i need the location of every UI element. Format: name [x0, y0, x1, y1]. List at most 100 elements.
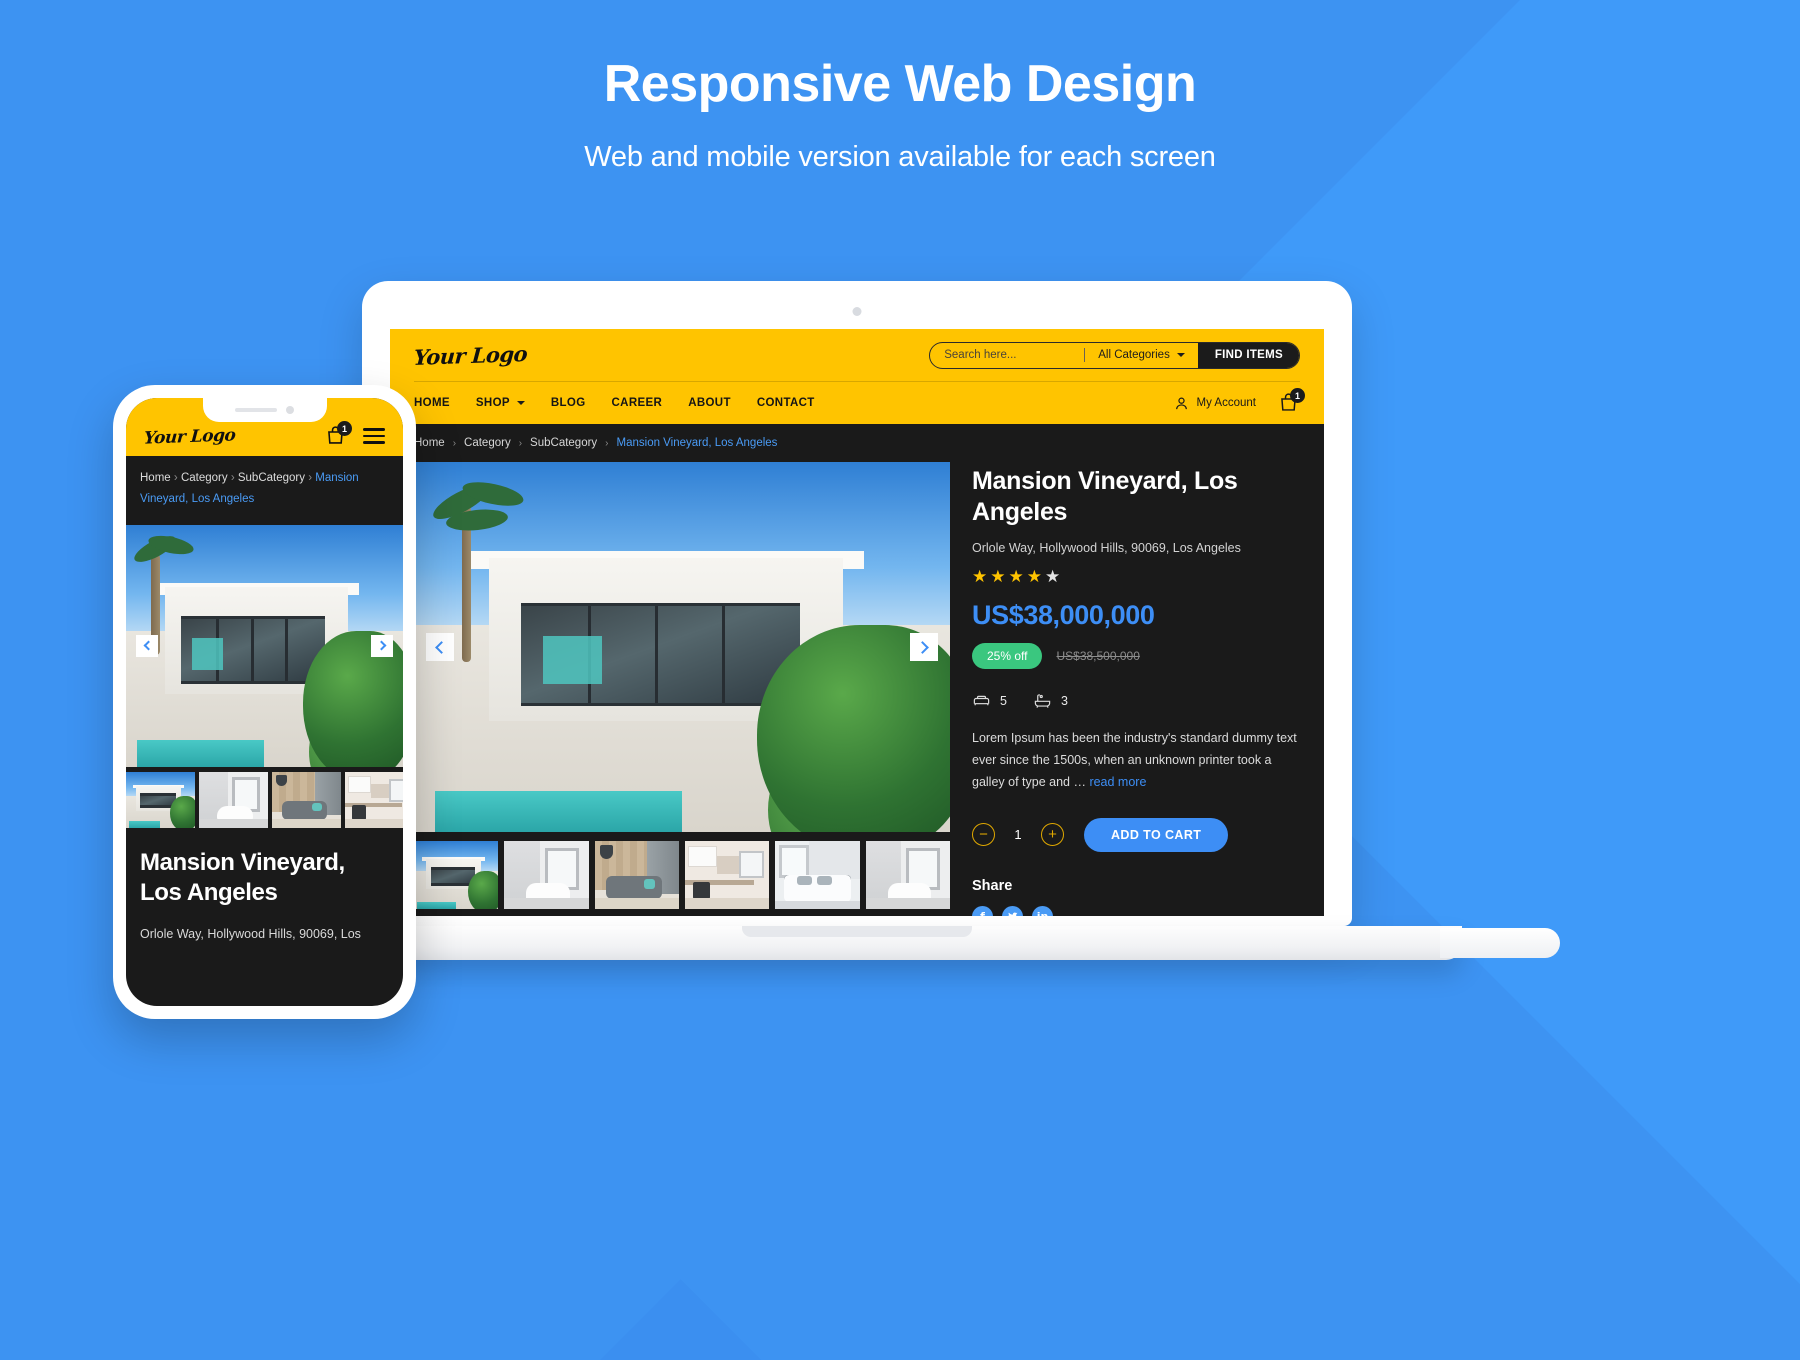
- breadcrumb-separator-icon: ›: [518, 437, 523, 449]
- chevron-left-icon: [435, 640, 448, 654]
- find-items-button[interactable]: FIND ITEMS: [1197, 342, 1300, 368]
- gallery-main-image[interactable]: [414, 462, 950, 832]
- nav-label: HOME: [414, 397, 450, 409]
- quantity-decrease-button[interactable]: −: [972, 823, 995, 847]
- add-to-cart-button[interactable]: ADD TO CART: [1084, 817, 1229, 852]
- nav-label: CONTACT: [756, 397, 815, 409]
- bedrooms-count: 5: [1000, 693, 1007, 708]
- mobile-product-info: Mansion Vineyard, Los Angeles Orlole Way…: [126, 827, 403, 941]
- mobile-gallery-next-button[interactable]: [371, 634, 393, 657]
- discount-badge: 25% off: [972, 643, 1043, 669]
- search-input[interactable]: [930, 349, 1085, 361]
- gallery-thumbnail[interactable]: [345, 771, 403, 828]
- breadcrumb-separator-icon: ›: [173, 472, 178, 484]
- quantity-increase-button[interactable]: +: [1041, 823, 1064, 847]
- laptop-mockup: Your Logo All Categories FIND ITEMS: [252, 281, 1560, 960]
- social-share-links: f in: [972, 905, 1300, 916]
- mobile-title-line2: Los Angeles: [140, 879, 278, 907]
- phone-camera-icon: [286, 406, 294, 414]
- product-detail: Mansion Vineyard, Los Angeles Orlole Way…: [390, 462, 1324, 916]
- linkedin-icon[interactable]: in: [1032, 905, 1053, 916]
- cart-count-badge: 1: [1290, 388, 1305, 403]
- mobile-cart-button[interactable]: 1: [325, 421, 352, 447]
- mobile-header-actions: 1: [325, 421, 385, 447]
- gallery-thumbnail[interactable]: [775, 841, 860, 909]
- product-info-panel: Mansion Vineyard, Los Angeles Orlole Way…: [972, 462, 1300, 916]
- page-title: Responsive Web Design: [603, 55, 1197, 113]
- category-select[interactable]: All Categories: [1085, 349, 1198, 361]
- breadcrumb-separator-icon: ›: [452, 437, 457, 449]
- nav-label: CAREER: [611, 397, 663, 409]
- gallery-thumbnail[interactable]: [414, 841, 499, 909]
- property-specs: 5 3: [972, 691, 1300, 710]
- bathrooms-count: 3: [1060, 693, 1068, 708]
- read-more-link[interactable]: read more: [1089, 775, 1146, 789]
- star-filled-icon: ★: [972, 567, 988, 586]
- twitter-icon[interactable]: [1002, 905, 1023, 916]
- quantity-value: 1: [1014, 827, 1022, 843]
- mobile-gallery-prev-button[interactable]: [136, 634, 158, 657]
- star-filled-icon: ★: [1008, 567, 1024, 586]
- nav-label: BLOG: [550, 397, 586, 409]
- chevron-down-icon: [516, 401, 525, 405]
- twitter-bird-icon: [1008, 912, 1018, 916]
- page-subtitle: Web and mobile version available for eac…: [584, 141, 1216, 174]
- star-filled-icon: ★: [1026, 567, 1042, 586]
- laptop-base-right-edge: [1440, 928, 1560, 958]
- gallery-thumbnail[interactable]: [504, 841, 589, 909]
- search-bar[interactable]: All Categories FIND ITEMS: [929, 341, 1300, 369]
- mobile-gallery-main-image[interactable]: [126, 524, 403, 767]
- nav-item-shop[interactable]: SHOP: [476, 397, 525, 409]
- breadcrumb-current: Mansion Vineyard, Los Angeles: [616, 437, 778, 449]
- header-bottom-row: HOME SHOP BLOG CAREER ABOUT CONTACT My A…: [414, 382, 1305, 424]
- phone-mockup: Your Logo 1 Home › Category › SubCategor: [113, 385, 416, 1019]
- my-account-button[interactable]: My Account: [1173, 395, 1256, 412]
- price-discount-row: 25% off US$38,500,000: [972, 643, 1300, 669]
- cart-button[interactable]: 1: [1278, 388, 1305, 414]
- breadcrumb-item-subcategory[interactable]: SubCategory: [530, 437, 597, 449]
- breadcrumb-item-home[interactable]: Home: [140, 472, 171, 484]
- breadcrumb-item-category[interactable]: Category: [181, 472, 228, 484]
- nav-item-home[interactable]: HOME: [414, 397, 450, 409]
- nav-item-contact[interactable]: CONTACT: [757, 397, 815, 409]
- breadcrumb-item-category[interactable]: Category: [464, 437, 511, 449]
- cart-controls: − 1 + ADD TO CART: [972, 817, 1300, 852]
- gallery-thumbnail[interactable]: [684, 841, 770, 909]
- chevron-right-icon: [916, 640, 929, 654]
- star-filled-icon: ★: [990, 567, 1006, 586]
- mobile-breadcrumb: Home › Category › SubCategory › Mansion …: [126, 456, 403, 525]
- chevron-right-icon: [376, 640, 386, 651]
- product-title: Mansion Vineyard, Los Angeles: [972, 467, 1238, 526]
- mobile-site-logo[interactable]: Your Logo: [143, 425, 236, 448]
- house-exterior-photo: [126, 524, 403, 767]
- gallery-thumbnails: [414, 841, 950, 909]
- gallery-thumbnail[interactable]: [199, 771, 268, 828]
- product-description: Lorem Ipsum has been the industry's stan…: [972, 728, 1300, 794]
- site-header: Your Logo All Categories FIND ITEMS: [390, 329, 1324, 424]
- gallery-next-button[interactable]: [910, 633, 938, 661]
- bathtub-icon: [1034, 694, 1051, 708]
- nav-item-blog[interactable]: BLOG: [551, 397, 586, 409]
- breadcrumb-item-subcategory[interactable]: SubCategory: [238, 472, 305, 484]
- facebook-icon[interactable]: f: [972, 905, 993, 916]
- mobile-cart-count-badge: 1: [337, 421, 352, 436]
- chevron-left-icon: [143, 640, 153, 651]
- gallery-thumbnail[interactable]: [594, 841, 679, 909]
- gallery-thumbnail[interactable]: [272, 771, 341, 828]
- mobile-product-title: Mansion Vineyard, Los Angeles: [140, 848, 389, 909]
- original-price: US$38,500,000: [1056, 649, 1140, 663]
- my-account-label: My Account: [1196, 397, 1256, 409]
- spec-bedrooms: 5: [972, 691, 1007, 710]
- breadcrumb-separator-icon: ›: [308, 472, 313, 484]
- hamburger-menu-icon[interactable]: [363, 428, 385, 444]
- nav-item-about[interactable]: ABOUT: [688, 397, 731, 409]
- breadcrumb-item-home[interactable]: Home: [414, 437, 445, 449]
- breadcrumb-separator-icon: ›: [605, 437, 609, 449]
- gallery-prev-button[interactable]: [426, 633, 454, 661]
- mobile-product-address: Orlole Way, Hollywood Hills, 90069, Los: [140, 926, 361, 941]
- breadcrumb-separator-icon: ›: [230, 472, 235, 484]
- nav-item-career[interactable]: CAREER: [612, 397, 663, 409]
- site-logo[interactable]: Your Logo: [413, 341, 528, 370]
- gallery-thumbnail[interactable]: [865, 841, 950, 909]
- gallery-thumbnail[interactable]: [126, 771, 195, 828]
